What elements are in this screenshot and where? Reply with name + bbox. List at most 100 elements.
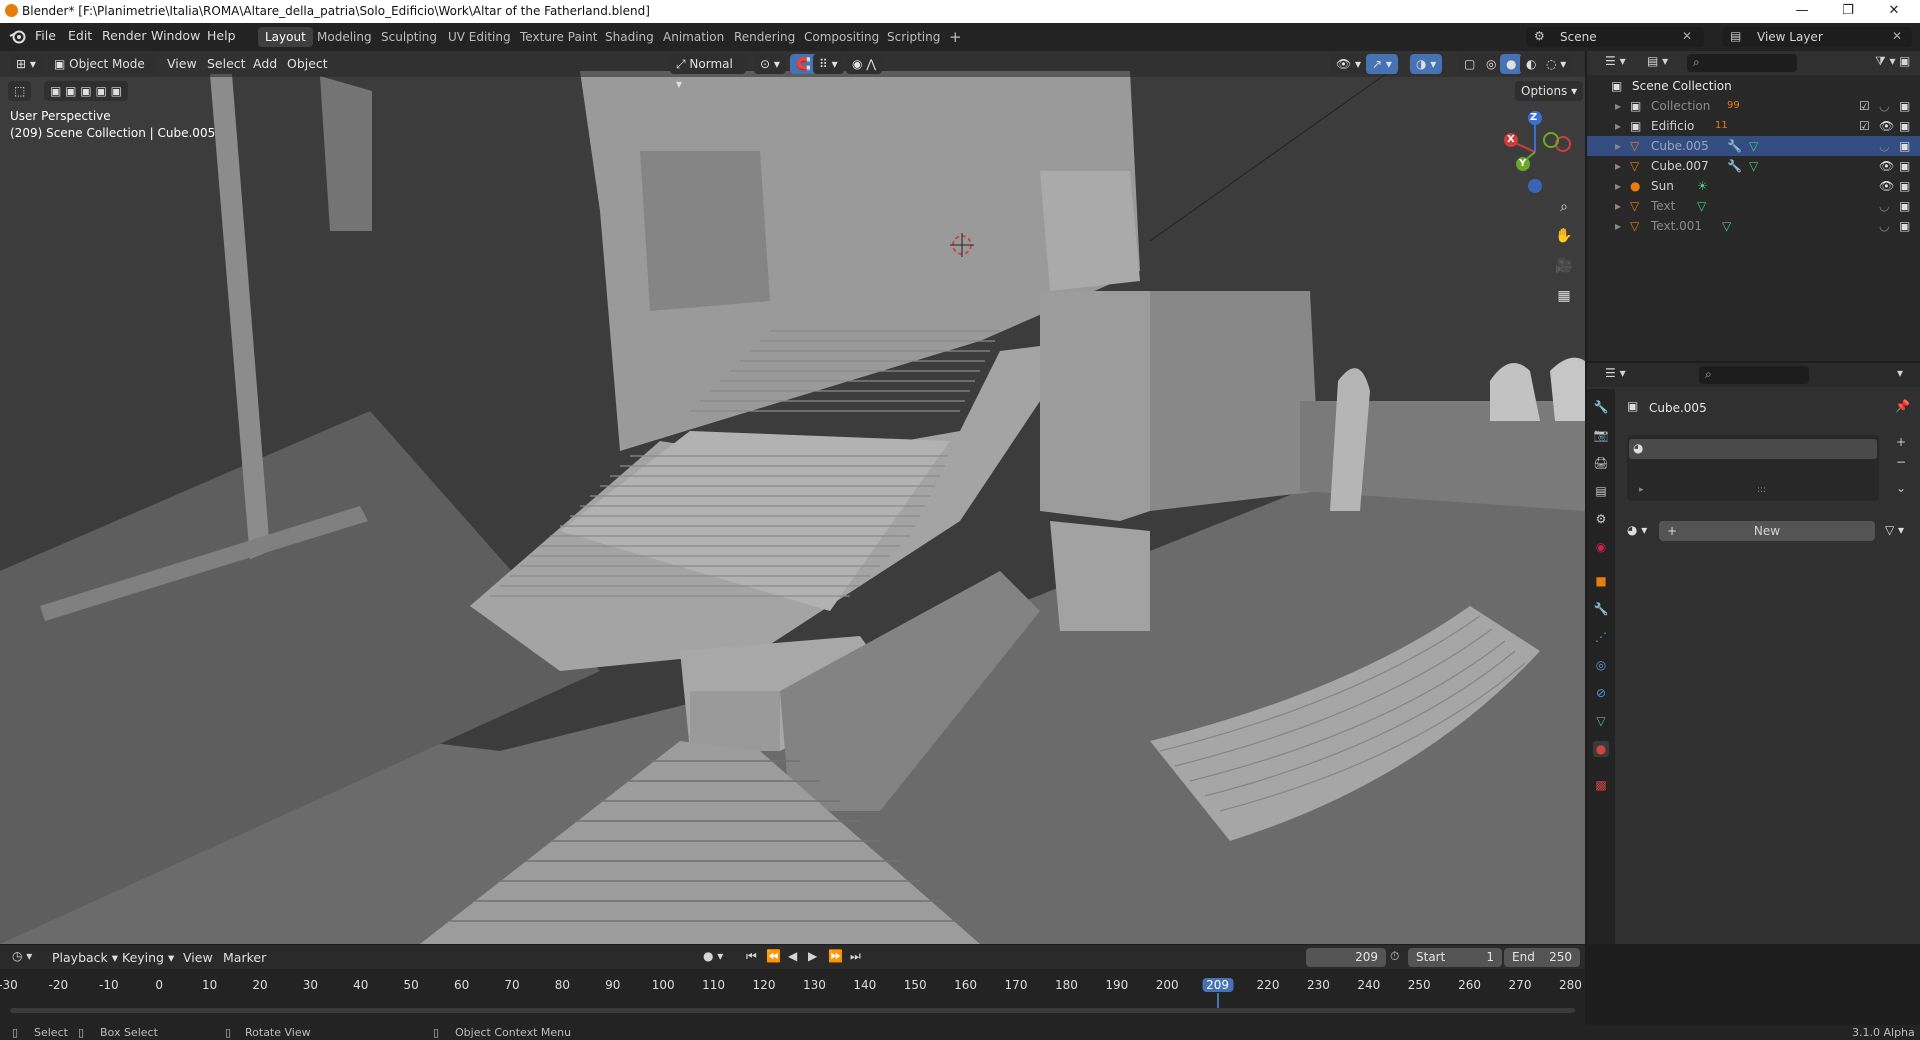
view-layer-tab-icon[interactable]: ▤: [1593, 483, 1609, 499]
eye-icon[interactable]: 👁: [1879, 176, 1894, 196]
outliner-row-text[interactable]: ▸ ▽ Text ▽ ◡ ▣: [1587, 196, 1920, 216]
jump-end-icon[interactable]: ⏭: [850, 949, 861, 964]
select-mode-icons[interactable]: ▣ ▣ ▣ ▣ ▣: [44, 81, 128, 101]
render-camera-icon[interactable]: ▣: [1899, 176, 1910, 196]
timeline-menu-view[interactable]: View: [183, 950, 213, 965]
material-tab-icon[interactable]: ●: [1593, 741, 1609, 757]
timeline-scrollbar[interactable]: [10, 1008, 1575, 1013]
scene-tab-icon[interactable]: ⚙: [1593, 511, 1609, 527]
tab-shading[interactable]: Shading: [598, 27, 661, 47]
pivot-point-icon[interactable]: ⊙ ▾: [754, 54, 786, 74]
hidden-eye-icon[interactable]: ◡: [1879, 136, 1889, 156]
eye-icon[interactable]: 👁: [1879, 116, 1894, 136]
expand-arrow-icon[interactable]: ▸: [1615, 96, 1621, 116]
filter-icon[interactable]: ⧩ ▾: [1875, 54, 1896, 69]
zoom-icon[interactable]: ⌕: [1551, 194, 1577, 220]
playhead-line[interactable]: [1216, 993, 1219, 1008]
viewport-menu-add[interactable]: Add: [253, 56, 277, 71]
3d-viewport[interactable]: ⊞ ▾ ▣ Object Mode ▾ View Select Add Obje…: [0, 51, 1585, 944]
remove-slot-button[interactable]: −: [1891, 455, 1911, 473]
exclude-checkbox-icon[interactable]: ☑: [1859, 116, 1870, 136]
tab-texture-paint[interactable]: Texture Paint: [513, 27, 604, 47]
outliner-row-text001[interactable]: ▸ ▽ Text.001 ▽ ◡ ▣: [1587, 216, 1920, 236]
add-workspace-button[interactable]: +: [942, 27, 969, 47]
transform-orientation-dropdown[interactable]: ⤢ Normal ▾: [670, 54, 746, 91]
playhead-frame-label[interactable]: 209: [1202, 978, 1234, 992]
browse-material-icon[interactable]: ◕ ▾: [1627, 523, 1647, 537]
menu-help[interactable]: Help: [207, 28, 236, 43]
outliner-search-input[interactable]: ⌕: [1687, 54, 1797, 72]
timeline-menu-marker[interactable]: Marker: [223, 950, 266, 965]
object-tab-icon[interactable]: ■: [1593, 573, 1609, 589]
remove-view-layer-icon[interactable]: ✕: [1892, 29, 1902, 43]
viewport-menu-object[interactable]: Object: [287, 56, 328, 71]
maximize-button[interactable]: ❐: [1826, 0, 1870, 23]
tab-compositing[interactable]: Compositing: [797, 27, 886, 47]
resize-grip-icon[interactable]: :::: [1757, 485, 1766, 495]
blender-icon[interactable]: [9, 29, 26, 44]
properties-options-icon[interactable]: ▾: [1897, 366, 1903, 380]
outliner-row-collection[interactable]: ▸ ▣ Collection 99 ☑ ◡ ▣: [1587, 96, 1920, 116]
expand-arrow-icon[interactable]: ▸: [1615, 176, 1621, 196]
options-dropdown[interactable]: Options ▾: [1515, 81, 1584, 101]
render-camera-icon[interactable]: ▣: [1899, 216, 1910, 236]
xray-toggle-icon[interactable]: ▢: [1458, 54, 1482, 74]
modifiers-tab-icon[interactable]: 🔧: [1593, 601, 1609, 617]
expand-arrow-icon[interactable]: ▸: [1639, 485, 1644, 495]
slot-specials-button[interactable]: ⌄: [1891, 481, 1911, 499]
material-slot-row[interactable]: ◕: [1629, 439, 1877, 459]
expand-arrow-icon[interactable]: ▸: [1615, 136, 1621, 156]
editor-type-button[interactable]: ⊞ ▾: [10, 54, 42, 74]
outliner-row-cube007[interactable]: ▸ ▽ Cube.007 🔧 ▽ 👁 ▣: [1587, 156, 1920, 176]
render-camera-icon[interactable]: ▣: [1899, 96, 1910, 116]
timeline-menu-keying[interactable]: Keying ▾: [122, 950, 174, 965]
tab-layout[interactable]: Layout: [258, 27, 313, 47]
scene-selector[interactable]: ⚙ Scene ✕: [1526, 27, 1704, 47]
hidden-eye-icon[interactable]: ◡: [1879, 216, 1889, 236]
add-slot-button[interactable]: +: [1891, 435, 1911, 453]
render-camera-icon[interactable]: ▣: [1899, 156, 1910, 176]
remove-scene-icon[interactable]: ✕: [1682, 29, 1692, 43]
outliner-row-sun[interactable]: ▸ ● Sun ☀ 👁 ▣: [1587, 176, 1920, 196]
view-layer-selector[interactable]: ▤ View Layer ✕: [1722, 27, 1912, 47]
snap-target-icon[interactable]: ⠿ ▾: [813, 54, 844, 74]
tool-tab-icon[interactable]: 🔧: [1593, 399, 1609, 415]
pan-hand-icon[interactable]: ✋: [1551, 223, 1577, 249]
new-material-button[interactable]: + New: [1659, 521, 1875, 541]
play-reverse-icon[interactable]: ◀: [788, 949, 797, 963]
properties-editor-type-icon[interactable]: ☰ ▾: [1605, 366, 1626, 380]
material-slot-list[interactable]: ◕ ▸ :::: [1627, 435, 1879, 501]
data-tab-icon[interactable]: ▽: [1593, 713, 1609, 729]
output-tab-icon[interactable]: 🖨: [1593, 455, 1609, 471]
tab-modeling[interactable]: Modeling: [310, 27, 379, 47]
eye-icon[interactable]: 👁: [1879, 156, 1894, 176]
outliner-row-cube005[interactable]: ▸ ▽ Cube.005 🔧 ▽ ◡ ▣: [1587, 136, 1920, 156]
jump-keyframe-back-icon[interactable]: ⏪: [766, 949, 781, 963]
menu-window[interactable]: Window: [151, 28, 200, 43]
world-tab-icon[interactable]: ◉: [1593, 539, 1609, 555]
jump-start-icon[interactable]: ⏮: [746, 949, 757, 964]
preview-range-icon[interactable]: ⏱: [1390, 949, 1399, 964]
timeline-menu-playback[interactable]: Playback ▾: [52, 950, 118, 965]
tab-animation[interactable]: Animation: [656, 27, 731, 47]
outliner-row-edificio[interactable]: ▸ ▣ Edificio 11 ☑ 👁 ▣: [1587, 116, 1920, 136]
render-camera-icon[interactable]: ▣: [1899, 116, 1910, 136]
tab-uv-editing[interactable]: UV Editing: [441, 27, 518, 47]
render-camera-icon[interactable]: ▣: [1899, 136, 1910, 156]
physics-tab-icon[interactable]: ◎: [1593, 657, 1609, 673]
tab-rendering[interactable]: Rendering: [727, 27, 802, 47]
particles-tab-icon[interactable]: ⋰: [1593, 629, 1609, 645]
viewport-menu-select[interactable]: Select: [207, 56, 246, 71]
camera-view-icon[interactable]: 🎥: [1551, 253, 1577, 279]
material-link-icon[interactable]: ▽ ▾: [1885, 523, 1904, 537]
end-frame-field[interactable]: End 250: [1504, 948, 1580, 967]
hidden-eye-icon[interactable]: ◡: [1879, 196, 1889, 216]
constraints-tab-icon[interactable]: ⊘: [1593, 685, 1609, 701]
viewport-menu-view[interactable]: View: [167, 56, 197, 71]
start-frame-field[interactable]: Start 1: [1408, 948, 1502, 967]
exclude-checkbox-icon[interactable]: ☑: [1859, 96, 1870, 116]
rendered-shading-icon[interactable]: ◌ ▾: [1540, 54, 1573, 74]
pin-icon[interactable]: 📌: [1895, 399, 1910, 413]
jump-keyframe-forward-icon[interactable]: ⏩: [828, 949, 843, 963]
hidden-eye-icon[interactable]: ◡: [1879, 96, 1889, 116]
